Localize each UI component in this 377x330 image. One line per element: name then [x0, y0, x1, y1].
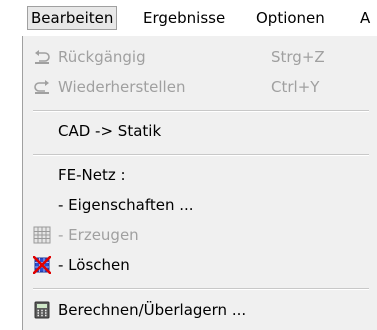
redo-shortcut: Ctrl+Y [271, 78, 320, 96]
menu-a[interactable]: A [360, 6, 370, 30]
menu-bearbeiten[interactable]: Bearbeiten [27, 6, 118, 30]
delete-mesh-icon [33, 256, 51, 274]
separator [33, 288, 369, 290]
menu-item-erzeugen[interactable]: - Erzeugen [23, 222, 377, 248]
menu-item-loeschen[interactable]: - Löschen [23, 252, 377, 278]
menu-heading-fe-netz: FE-Netz : [23, 162, 377, 188]
menu-optionen[interactable]: Optionen [256, 6, 325, 30]
undo-shortcut: Strg+Z [271, 48, 325, 66]
separator [33, 154, 369, 156]
menu-item-eigenschaften[interactable]: - Eigenschaften ... [23, 192, 377, 218]
menu-item-undo[interactable]: Rückgängig Strg+Z [23, 44, 377, 70]
loeschen-label: - Löschen [58, 256, 130, 274]
erzeugen-label: - Erzeugen [58, 226, 139, 244]
redo-label: Wiederherstellen [58, 78, 186, 96]
undo-icon [35, 50, 50, 64]
calculator-icon [34, 301, 50, 319]
mesh-grid-icon [33, 226, 51, 244]
separator [33, 110, 369, 112]
fe-netz-label: FE-Netz : [58, 166, 126, 184]
menu-item-redo[interactable]: Wiederherstellen Ctrl+Y [23, 74, 377, 100]
redo-icon [34, 80, 49, 94]
undo-label: Rückgängig [58, 48, 146, 66]
menu-item-cad-statik[interactable]: CAD -> Statik [23, 118, 377, 144]
menu-item-berechnen[interactable]: Berechnen/Überlagern ... [23, 297, 377, 323]
eigenschaften-label: - Eigenschaften ... [58, 196, 194, 214]
menu-bar: Bearbeiten Ergebnisse Optionen A [0, 0, 377, 36]
menu-ergebnisse[interactable]: Ergebnisse [143, 6, 225, 30]
cad-statik-label: CAD -> Statik [58, 122, 162, 140]
berechnen-label: Berechnen/Überlagern ... [58, 301, 247, 319]
bearbeiten-dropdown-menu: Rückgängig Strg+Z Wiederherstellen Ctrl+… [22, 36, 377, 330]
